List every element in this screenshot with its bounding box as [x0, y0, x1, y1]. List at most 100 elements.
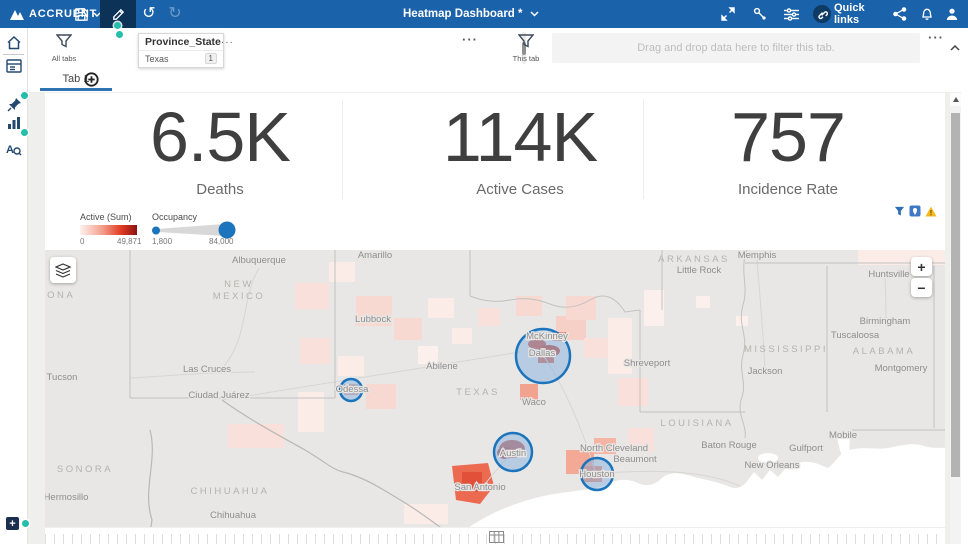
zoom-in-button[interactable]: + — [911, 257, 932, 276]
left-sidebar: A + — [0, 28, 29, 544]
settings-sliders-button[interactable] — [781, 0, 801, 28]
person-icon — [946, 8, 958, 20]
fullscreen-icon — [721, 7, 735, 21]
tab-tab1[interactable]: Tab 1 — [40, 68, 112, 90]
tab-filters-menu[interactable]: ··· — [928, 30, 944, 45]
annotate-pen-button[interactable] — [750, 0, 770, 28]
edit-notification-dot — [114, 22, 121, 29]
top-navbar: ACCRUENT ↺ ↻ Heatmap Dashboard * Quick l… — [0, 0, 968, 29]
applied-filter-icon[interactable] — [894, 206, 905, 217]
map-label: New Orleans — [745, 460, 800, 471]
sidebar-item-pinboards[interactable] — [6, 96, 22, 112]
save-button[interactable] — [70, 0, 92, 28]
map-label: San Antonio — [454, 482, 505, 493]
filter-value: Texas — [145, 53, 169, 64]
map-label: Gulfport — [789, 443, 823, 454]
map-state-label: MEXICO — [213, 291, 265, 302]
zoom-out-button[interactable]: − — [911, 278, 932, 297]
map-label: Austin — [500, 448, 526, 459]
kpi-active-cases[interactable]: 114K Active Cases — [375, 100, 665, 197]
filter-bar: All tabs Province_State ··· Texas 1 ··· … — [28, 28, 968, 68]
dashboard-title: Heatmap Dashboard * — [403, 8, 523, 20]
map-label: Memphis — [738, 250, 777, 261]
heatmap-map[interactable]: Albuquerque Tucson Las Cruces Ciudad Juá… — [45, 250, 945, 527]
all-tabs-section-menu[interactable]: ··· — [462, 32, 478, 47]
map-label: Las Cruces — [183, 364, 231, 375]
pinboards-notification-dot — [21, 129, 28, 136]
funnel-icon — [55, 34, 73, 48]
sidebar-item-charts[interactable] — [6, 114, 22, 130]
map-label: Waco — [522, 397, 546, 408]
vertical-scrollbar[interactable] — [950, 93, 961, 544]
save-icon — [74, 7, 88, 21]
undo-icon: ↺ — [142, 5, 156, 22]
heatmap-widget: 6.5K Deaths 114K Active Cases 757 Incide… — [45, 93, 945, 527]
collapsed-table-widget[interactable] — [45, 528, 945, 544]
link-icon — [813, 5, 831, 23]
add-widget-button[interactable]: + — [6, 517, 19, 530]
chevron-down-icon — [529, 11, 539, 17]
redo-button[interactable]: ↻ — [164, 0, 186, 28]
add-widget-notification-dot — [22, 520, 29, 527]
pencil-icon — [112, 8, 124, 20]
map-label: McKinney — [526, 331, 568, 342]
map-widget-icon[interactable] — [909, 205, 921, 217]
filter-chip-menu[interactable]: ··· — [221, 37, 234, 48]
scrollbar-thumb[interactable] — [951, 113, 960, 477]
filter-chip-notification-dot — [116, 31, 123, 38]
archive-box-icon — [6, 59, 22, 73]
fullscreen-button[interactable] — [718, 0, 738, 28]
map-label: Houston — [579, 469, 614, 480]
bell-icon — [921, 8, 933, 20]
sidebar-item-text-search[interactable]: A — [6, 141, 22, 157]
notifications-button[interactable] — [917, 0, 937, 28]
collapse-filterbar-button[interactable] — [950, 38, 960, 56]
filter-drop-zone[interactable]: Drag and drop data here to filter this t… — [552, 33, 920, 63]
app-window: ACCRUENT ↺ ↻ Heatmap Dashboard * Quick l… — [0, 0, 968, 544]
map-label: Ciudad Juárez — [188, 390, 250, 401]
chevron-up-icon — [950, 44, 960, 51]
quick-links-label-button[interactable]: Quick links — [834, 0, 892, 28]
map-label: Amarillo — [358, 250, 392, 261]
sidebar-item-datasets[interactable] — [6, 58, 22, 74]
color-legend-max: 49,871 — [117, 237, 142, 246]
sidebar-item-home[interactable] — [6, 34, 22, 50]
undo-button[interactable]: ↺ — [138, 0, 160, 28]
text-search-icon: A — [6, 144, 22, 156]
widget-status-icons — [894, 205, 937, 217]
share-button[interactable] — [890, 0, 910, 28]
map-label: Baton Rouge — [701, 440, 756, 451]
map-label: Huntsville — [868, 269, 909, 280]
table-grid-icon — [489, 530, 504, 544]
kpi-incidence-rate-label: Incidence Rate — [737, 180, 839, 198]
scroll-up-button[interactable] — [950, 93, 961, 106]
warning-icon[interactable] — [925, 206, 937, 217]
kpi-incidence-rate[interactable]: 757 Incidence Rate — [643, 100, 933, 198]
this-tab-filter-button[interactable]: This tab — [506, 34, 546, 63]
account-button[interactable] — [942, 0, 962, 28]
filter-field-name: Province_State — [145, 36, 221, 48]
quick-links-button[interactable] — [812, 0, 832, 28]
map-state-label: LOUISIANA — [660, 418, 733, 429]
this-tab-label: This tab — [512, 54, 540, 63]
layers-button[interactable] — [50, 257, 76, 283]
plus-circle-icon — [84, 72, 99, 87]
filter-chip-province-state[interactable]: Province_State ··· Texas 1 — [138, 33, 233, 68]
color-legend-title: Active (Sum) — [80, 212, 132, 222]
all-tabs-filter-button[interactable]: All tabs — [46, 34, 82, 63]
funnel-icon — [517, 34, 535, 48]
map-label: Jackson — [748, 366, 783, 377]
kpi-deaths-value: 6.5K — [150, 98, 291, 176]
map-state-label: CHIHUAHUA — [191, 486, 270, 497]
map-label: Albuquerque — [232, 255, 286, 266]
kpi-deaths[interactable]: 6.5K Deaths — [75, 98, 365, 197]
map-state-label: ARKANSAS — [658, 254, 730, 265]
add-tab-button[interactable] — [84, 72, 99, 87]
map-label: Little Rock — [677, 265, 722, 276]
dashboard-title-menu[interactable]: Heatmap Dashboard * — [403, 0, 539, 28]
active-tab-underline — [40, 88, 112, 91]
color-legend-gradient[interactable] — [80, 225, 137, 235]
map-label: Beaumont — [613, 454, 657, 465]
sliders-icon — [783, 7, 799, 21]
kpi-divider — [342, 99, 343, 199]
